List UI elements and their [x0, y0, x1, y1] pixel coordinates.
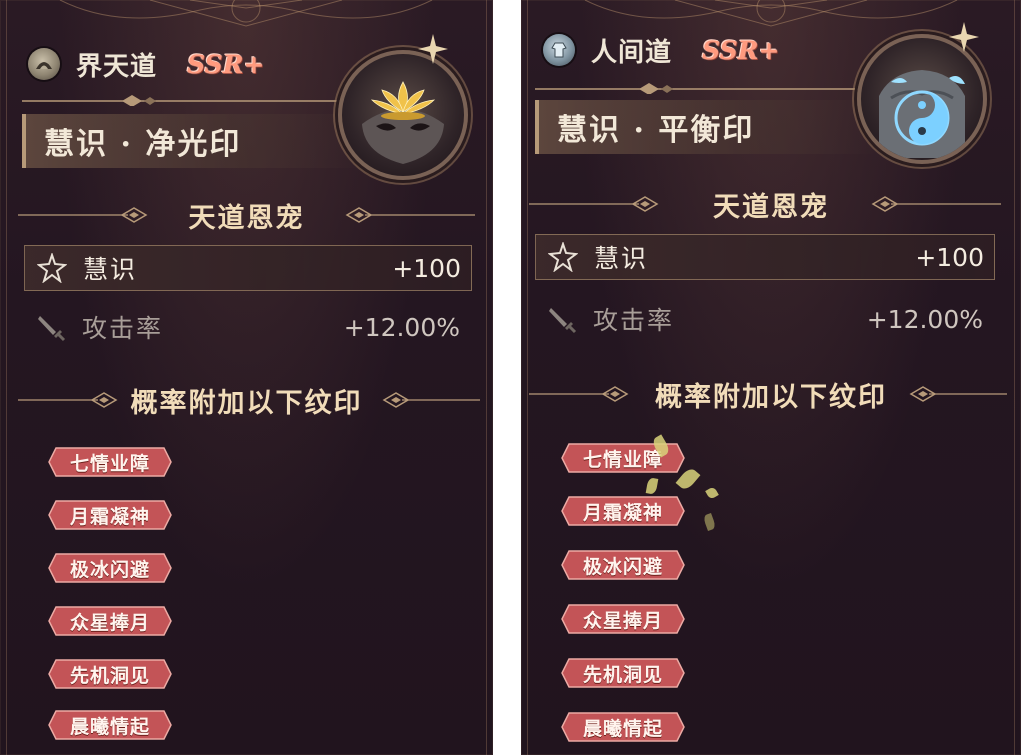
- stat-value: +100: [392, 253, 461, 283]
- section-ornament-right: [909, 386, 1007, 402]
- stat-label: 慧识: [83, 255, 138, 284]
- realm-emblem-icon: [543, 34, 575, 66]
- stat-label: 攻击率: [82, 314, 164, 343]
- stat-label: 攻击率: [593, 306, 675, 335]
- realm-emblem-icon: [28, 48, 60, 80]
- mark-tag[interactable]: 极冰闪避: [48, 553, 172, 583]
- stat-row-wisdom: 慧识 +100: [24, 245, 472, 291]
- mark-tag-label: 极冰闪避: [69, 558, 150, 581]
- mark-tag[interactable]: 晨曦情起: [561, 712, 685, 742]
- seal-header: 人间道 SSR+: [543, 28, 779, 72]
- mark-tag-label: 七情业障: [69, 452, 150, 475]
- mark-tag-label: 众星捧月: [69, 611, 150, 634]
- petal-effect-icon: [645, 477, 659, 495]
- stat-row-attack-rate: 攻击率 +12.00%: [24, 305, 470, 349]
- header-divider: [535, 83, 865, 94]
- mark-tag[interactable]: 先机洞见: [48, 659, 172, 689]
- rarity-badge: SSR+: [187, 49, 265, 79]
- star-gear-icon: [35, 251, 69, 285]
- seal-panel-right: 人间道 SSR+ 慧识 · 平衡印 天道恩宠 慧识 +100 攻击率 +12.0…: [521, 0, 1021, 755]
- mark-tag[interactable]: 先机洞见: [561, 658, 685, 688]
- mark-tag[interactable]: 晨曦情起: [48, 710, 172, 740]
- petal-effect-icon: [702, 512, 717, 532]
- stat-value: +12.00%: [343, 312, 460, 342]
- sword-icon: [34, 310, 68, 344]
- section-ornament-right: [345, 207, 475, 223]
- seal-name: 慧识 · 平衡印: [557, 113, 755, 148]
- sparkle-icon: [418, 34, 448, 64]
- mark-tag-label: 晨曦情起: [69, 715, 150, 738]
- mark-tag-label: 先机洞见: [582, 663, 663, 686]
- mark-tag[interactable]: 众星捧月: [561, 604, 685, 634]
- mark-tag-label: 月霜凝神: [69, 505, 150, 528]
- mark-tag[interactable]: 月霜凝神: [561, 496, 685, 526]
- mark-tag-label: 月霜凝神: [582, 501, 663, 524]
- stat-value: +12.00%: [866, 304, 983, 334]
- header-divider: [22, 95, 342, 106]
- mark-tag-label: 众星捧月: [582, 609, 663, 632]
- sword-icon: [545, 302, 579, 336]
- mark-tag-label: 极冰闪避: [582, 555, 663, 578]
- seal-header: 界天道 SSR+: [28, 42, 264, 86]
- realm-name: 界天道: [76, 51, 158, 82]
- seal-name: 慧识 · 净光印: [44, 127, 242, 162]
- mark-tag-label: 晨曦情起: [582, 717, 663, 740]
- star-gear-icon: [546, 240, 580, 274]
- stat-label: 慧识: [594, 244, 649, 273]
- frame-border-left: [6, 0, 7, 755]
- stat-row-attack-rate: 攻击率 +12.00%: [535, 297, 993, 341]
- section-ornament-right: [382, 392, 480, 408]
- section-ornament-right: [871, 196, 1001, 212]
- seal-panel-left: 界天道 SSR+ 慧识 · 净光印 天道恩宠 慧识 +100 攻击率 +12.0…: [0, 0, 493, 755]
- mark-tag[interactable]: 极冰闪避: [561, 550, 685, 580]
- mark-tag[interactable]: 众星捧月: [48, 606, 172, 636]
- mark-tag-label: 先机洞见: [69, 664, 150, 687]
- seal-name-banner: 慧识 · 平衡印: [535, 100, 879, 154]
- realm-name: 人间道: [591, 37, 673, 68]
- yin-yang-torso-icon: [857, 34, 987, 164]
- frame-border-right: [486, 0, 487, 755]
- rarity-badge: SSR+: [702, 35, 780, 65]
- mark-tag[interactable]: 七情业障: [48, 447, 172, 477]
- mark-tag[interactable]: 月霜凝神: [48, 500, 172, 530]
- sparkle-icon: [949, 22, 979, 52]
- seal-name-banner: 慧识 · 净光印: [22, 114, 366, 168]
- stat-value: +100: [915, 242, 984, 272]
- petal-effect-icon: [705, 486, 719, 500]
- mark-tag-label: 七情业障: [582, 448, 663, 471]
- lotus-mask-icon: [338, 50, 468, 180]
- stat-row-wisdom: 慧识 +100: [535, 234, 995, 280]
